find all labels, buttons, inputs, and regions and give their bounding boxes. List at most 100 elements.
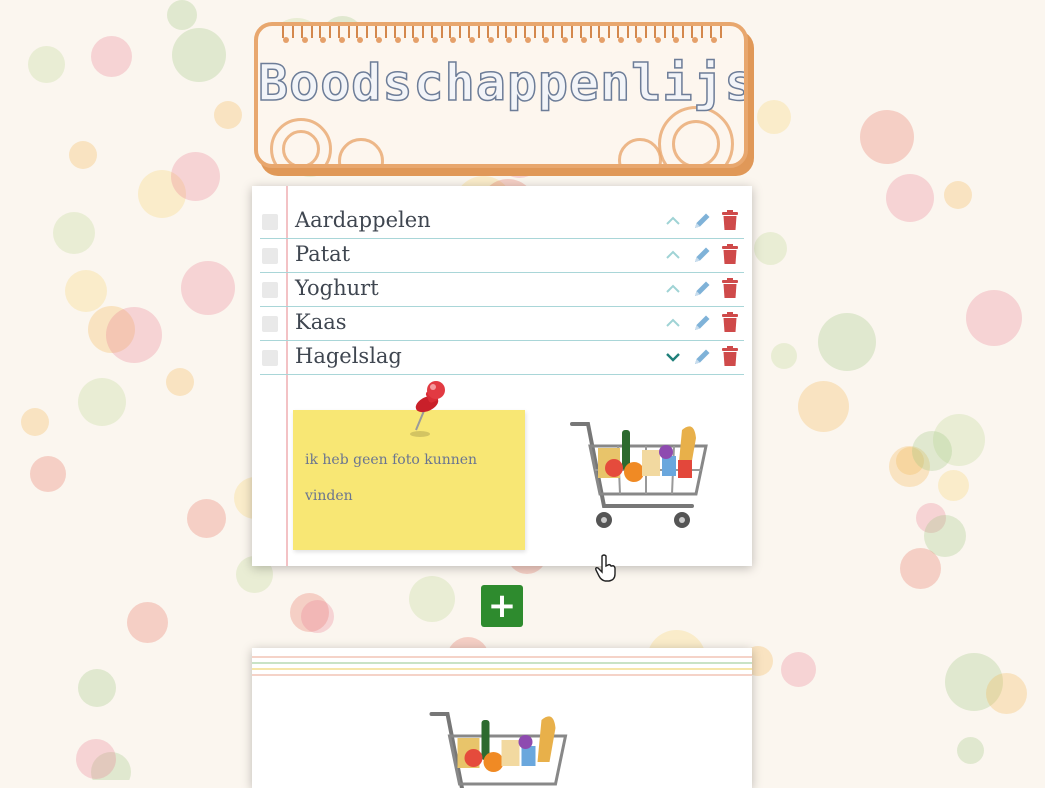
item-checkbox[interactable] [262, 248, 278, 264]
decor-stripe [252, 674, 752, 676]
trash-icon[interactable] [722, 210, 738, 230]
decor-swirl [282, 130, 320, 164]
item-name: Aardappelen [295, 208, 431, 232]
background-shape [76, 739, 116, 779]
notebook-ring [635, 26, 648, 43]
notebook-ring [505, 26, 518, 43]
background-shape [798, 381, 849, 432]
notebook-ring [709, 26, 722, 43]
list-item: Kaas [260, 306, 744, 341]
notebook-ring [282, 26, 294, 43]
background-shape [771, 343, 797, 369]
background-shape [301, 600, 334, 633]
item-checkbox[interactable] [262, 316, 278, 332]
notebook-ring [319, 26, 332, 43]
item-checkbox[interactable] [262, 350, 278, 366]
background-shape [171, 152, 220, 201]
background-shape [78, 378, 126, 426]
background-shape [912, 431, 952, 471]
page-title: Boodschappenlijst [258, 53, 748, 113]
item-checkbox[interactable] [262, 282, 278, 298]
background-shape [900, 548, 941, 589]
notebook-ring [579, 26, 592, 43]
background-shape [166, 368, 194, 396]
item-checkbox[interactable] [262, 214, 278, 230]
decor-swirl [338, 138, 384, 164]
hand-cursor-icon [595, 554, 616, 582]
notebook-ring [449, 26, 462, 43]
notebook-ring [486, 26, 499, 43]
notebook-ring [598, 26, 611, 43]
notebook-ring [300, 26, 313, 43]
chevron-up-icon[interactable] [664, 314, 682, 332]
notebook-ring [672, 26, 685, 43]
notebook-ring [691, 26, 704, 43]
background-shape [214, 101, 242, 129]
background-shape [757, 100, 791, 134]
shopping-cart-icon [570, 422, 708, 528]
background-shape [966, 290, 1022, 346]
list-item: Yoghurt [260, 272, 744, 307]
decor-stripe [252, 656, 752, 658]
background-shape [944, 181, 972, 209]
add-item-button[interactable]: + [481, 585, 523, 627]
title-card: Boodschappenlijst [254, 22, 748, 168]
background-shape [754, 232, 787, 265]
notebook-ring [412, 26, 425, 43]
background-shape [30, 456, 66, 492]
trash-icon[interactable] [722, 346, 738, 366]
background-shape [106, 307, 162, 363]
notebook-ring [560, 26, 573, 43]
pencil-icon[interactable] [692, 347, 712, 367]
item-name: Hagelslag [295, 344, 402, 368]
background-shape [28, 46, 65, 83]
notebook-ring [653, 26, 666, 43]
chevron-up-icon[interactable] [664, 280, 682, 298]
notebook-ring [542, 26, 555, 43]
background-shape [181, 261, 235, 315]
decor-swirl [672, 120, 720, 164]
background-shape [167, 0, 197, 30]
shopping-list-card: Aardappelen Patat Yoghurt Kaas Hagelslag… [252, 186, 752, 582]
notebook-ring [467, 26, 480, 43]
note-text: ik heb geen foto kunnen vinden [305, 452, 478, 504]
notebook-ring [523, 26, 536, 43]
chevron-up-icon[interactable] [664, 212, 682, 230]
pencil-icon[interactable] [692, 279, 712, 299]
pushpin-icon [410, 381, 445, 437]
background-shape [69, 141, 97, 169]
background-shape [957, 737, 984, 764]
notebook-ring [393, 26, 406, 43]
list-item: Hagelslag [260, 340, 744, 375]
chevron-up-icon[interactable] [664, 246, 682, 264]
background-shape [53, 212, 95, 254]
background-shape [409, 576, 455, 622]
background-shape [91, 36, 132, 77]
notebook-ring [374, 26, 387, 43]
background-shape [172, 28, 226, 82]
background-shape [818, 313, 876, 371]
pencil-icon[interactable] [692, 211, 712, 231]
decor-stripe [252, 668, 752, 670]
decor-stripe [252, 662, 752, 664]
background-shape [938, 470, 969, 501]
secondary-card [252, 648, 752, 788]
notebook-ring [337, 26, 350, 43]
background-shape [860, 110, 914, 164]
chevron-down-icon[interactable] [664, 348, 682, 366]
background-shape [986, 673, 1027, 714]
background-shape [127, 602, 168, 643]
trash-icon[interactable] [722, 278, 738, 298]
notebook-ring [356, 26, 369, 43]
background-shape [78, 669, 116, 707]
background-shape [21, 408, 49, 436]
background-shape [65, 270, 107, 312]
pencil-icon[interactable] [692, 245, 712, 265]
list-item: Aardappelen [260, 204, 744, 239]
item-name: Patat [295, 242, 351, 266]
trash-icon[interactable] [722, 244, 738, 264]
notebook-rings [282, 26, 722, 46]
list-item: Patat [260, 238, 744, 273]
pencil-icon[interactable] [692, 313, 712, 333]
trash-icon[interactable] [722, 312, 738, 332]
